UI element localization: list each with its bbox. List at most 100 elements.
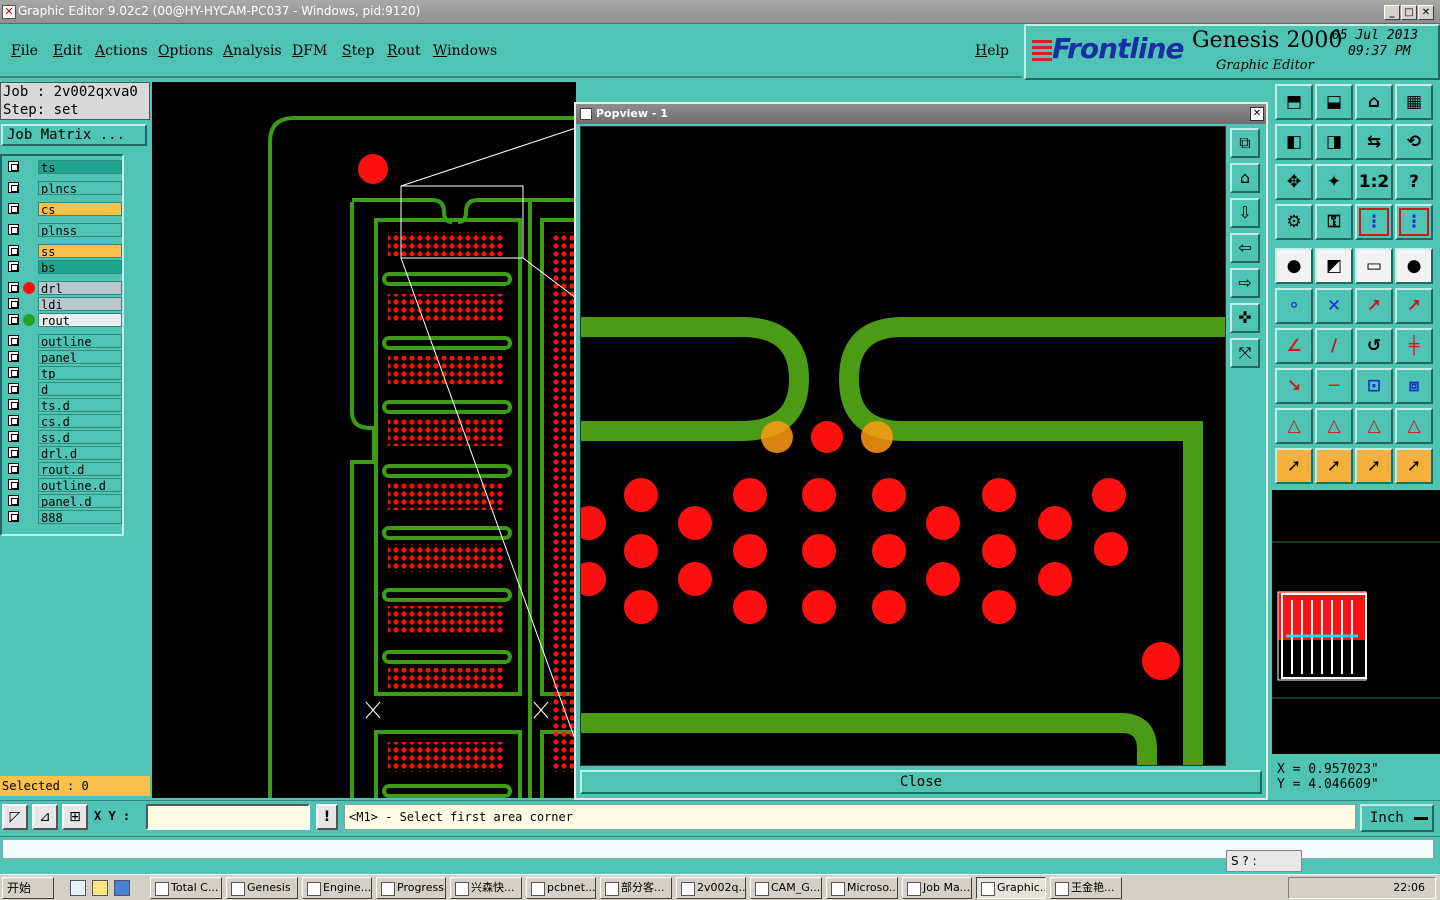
layer-checkbox[interactable] — [8, 367, 19, 378]
layer-row-panel-d[interactable]: panel.d — [4, 494, 122, 508]
dot-icon[interactable]: ● — [1395, 248, 1433, 284]
layer-row-ts-d[interactable]: ts.d — [4, 398, 122, 412]
layer-name[interactable]: d — [38, 382, 122, 396]
home-icon[interactable]: ⌂ — [1355, 84, 1393, 120]
split-icon[interactable]: ╪ — [1395, 328, 1433, 364]
taskbar-item[interactable]: 兴森快... — [450, 877, 522, 899]
layer-row-outline[interactable]: outline — [4, 334, 122, 348]
layer-row-ldi[interactable]: ldi — [4, 297, 122, 311]
layer-row-rout[interactable]: rout — [4, 313, 122, 327]
layer-name[interactable]: panel.d — [38, 494, 122, 508]
layer-checkbox[interactable] — [8, 399, 19, 410]
taskbar-item[interactable]: Graphic... — [976, 877, 1046, 899]
layer-checkbox[interactable] — [8, 298, 19, 309]
layer-checkbox[interactable] — [8, 245, 19, 256]
menu-analysis[interactable]: Analysis — [223, 43, 282, 59]
taskbar-item[interactable]: Engine... — [302, 877, 372, 899]
zoom-out-icon[interactable]: ⇩ — [1230, 198, 1260, 228]
layer-row-outline-d[interactable]: outline.d — [4, 478, 122, 492]
layer-checkbox[interactable] — [8, 282, 19, 293]
pad-add-icon[interactable]: ● — [1275, 248, 1313, 284]
layer-checkbox[interactable] — [8, 314, 19, 325]
line-icon[interactable]: / — [1315, 328, 1353, 364]
angle-icon[interactable]: ∠ — [1275, 328, 1313, 364]
layer-row-plncs[interactable]: plncs — [4, 181, 122, 195]
select-ring-icon[interactable]: ➚ — [1355, 448, 1393, 484]
job-matrix-button[interactable]: Job Matrix ... — [1, 124, 147, 146]
tri-c-icon[interactable]: △ — [1355, 408, 1393, 444]
layer-name[interactable]: ts — [38, 160, 122, 174]
center-mark-icon[interactable]: ⊡ — [1355, 368, 1393, 404]
layer-name[interactable]: drl.d — [38, 446, 122, 460]
layer-name[interactable]: rout.d — [38, 462, 122, 476]
layer-row-drl[interactable]: drl — [4, 281, 122, 295]
layer-name[interactable]: tp — [38, 366, 122, 380]
layer-checkbox[interactable] — [8, 415, 19, 426]
layer-name[interactable]: cs — [38, 202, 122, 216]
taskbar-item[interactable]: CAM_G... — [750, 877, 822, 899]
menu-options[interactable]: Options — [158, 43, 213, 59]
copy-icon[interactable]: ↗ — [1395, 288, 1433, 324]
taskbar-item[interactable]: Total C... — [150, 877, 222, 899]
key-icon[interactable]: ⚿ — [1315, 204, 1353, 240]
taskbar-item[interactable]: pcbnet... — [526, 877, 596, 899]
grid-snap-icon[interactable]: ⊞ — [62, 804, 88, 830]
fit-all-icon[interactable]: ✜ — [1230, 303, 1260, 333]
layer-name[interactable]: 888 — [38, 510, 122, 524]
layer-row-plnss[interactable]: plnss — [4, 223, 122, 237]
layer-name[interactable]: outline — [38, 334, 122, 348]
layer-checkbox[interactable] — [8, 431, 19, 442]
layer-row-ss-d[interactable]: ss.d — [4, 430, 122, 444]
quicklaunch-desktop-icon[interactable] — [70, 880, 86, 896]
scale-1-2-icon[interactable]: 1:2 — [1355, 164, 1393, 200]
layer-name[interactable]: outline.d — [38, 478, 122, 492]
menu-edit[interactable]: Edit — [53, 43, 82, 59]
popview-close-icon[interactable]: ✕ — [1250, 107, 1264, 121]
layer-checkbox[interactable] — [8, 351, 19, 362]
layer-name[interactable]: ts.d — [38, 398, 122, 412]
layer-name[interactable]: ldi — [38, 297, 122, 311]
layer-row-tp[interactable]: tp — [4, 366, 122, 380]
alert-icon[interactable]: ! — [316, 804, 338, 830]
select-icon[interactable]: ➚ — [1275, 448, 1313, 484]
layer-row-d[interactable]: d — [4, 382, 122, 396]
zoom-in-area-icon[interactable]: ⌂ — [1230, 163, 1260, 193]
layer-name[interactable]: bs — [38, 260, 122, 274]
quicklaunch-browser-icon[interactable] — [114, 880, 130, 896]
layer-checkbox[interactable] — [8, 161, 19, 172]
menu-rout[interactable]: Rout — [387, 43, 421, 59]
tri-b-icon[interactable]: △ — [1315, 408, 1353, 444]
zoom-home-icon[interactable]: ⬒ — [1275, 84, 1313, 120]
menu-windows[interactable]: Windows — [433, 43, 497, 59]
layer-checkbox[interactable] — [8, 463, 19, 474]
layer-row-rout-d[interactable]: rout.d — [4, 462, 122, 476]
delete-icon[interactable]: ✕ — [1315, 288, 1353, 324]
popview-canvas[interactable] — [580, 126, 1226, 766]
menu-step[interactable]: Step — [342, 43, 374, 59]
taskbar-item[interactable]: Genesis — [226, 877, 298, 899]
zoom-home-icon[interactable]: ⧉ — [1230, 128, 1260, 158]
center-icon[interactable]: ✦ — [1315, 164, 1353, 200]
tri-a-icon[interactable]: △ — [1275, 408, 1313, 444]
layer-checkbox[interactable] — [8, 224, 19, 235]
layer-checkbox[interactable] — [8, 511, 19, 522]
route-b-icon[interactable]: ⋮ — [1395, 204, 1433, 240]
snap-icon[interactable]: ⟲ — [1395, 124, 1433, 160]
layer-checkbox[interactable] — [8, 495, 19, 506]
layer-row-888[interactable]: 888 — [4, 510, 122, 524]
quicklaunch-clock-icon[interactable] — [92, 880, 108, 896]
menu-file[interactable]: File — [11, 43, 38, 59]
input-method-bar[interactable]: S ? : — [1226, 850, 1302, 872]
taskbar-item[interactable]: Progress — [376, 877, 446, 899]
start-button[interactable]: 开始 — [2, 877, 54, 899]
layer-row-ts[interactable]: ts — [4, 160, 122, 174]
tri-d-icon[interactable]: △ — [1395, 408, 1433, 444]
layer-row-panel[interactable]: panel — [4, 350, 122, 364]
pan-right-icon[interactable]: ◨ — [1315, 124, 1353, 160]
maximize-button[interactable]: □ — [1401, 5, 1417, 20]
popview-close-button[interactable]: Close — [580, 770, 1262, 794]
pan-right-icon[interactable]: ⇨ — [1230, 268, 1260, 298]
layer-row-ss[interactable]: ss — [4, 244, 122, 258]
unit-selector[interactable]: Inch — [1360, 804, 1434, 832]
layer-checkbox[interactable] — [8, 182, 19, 193]
